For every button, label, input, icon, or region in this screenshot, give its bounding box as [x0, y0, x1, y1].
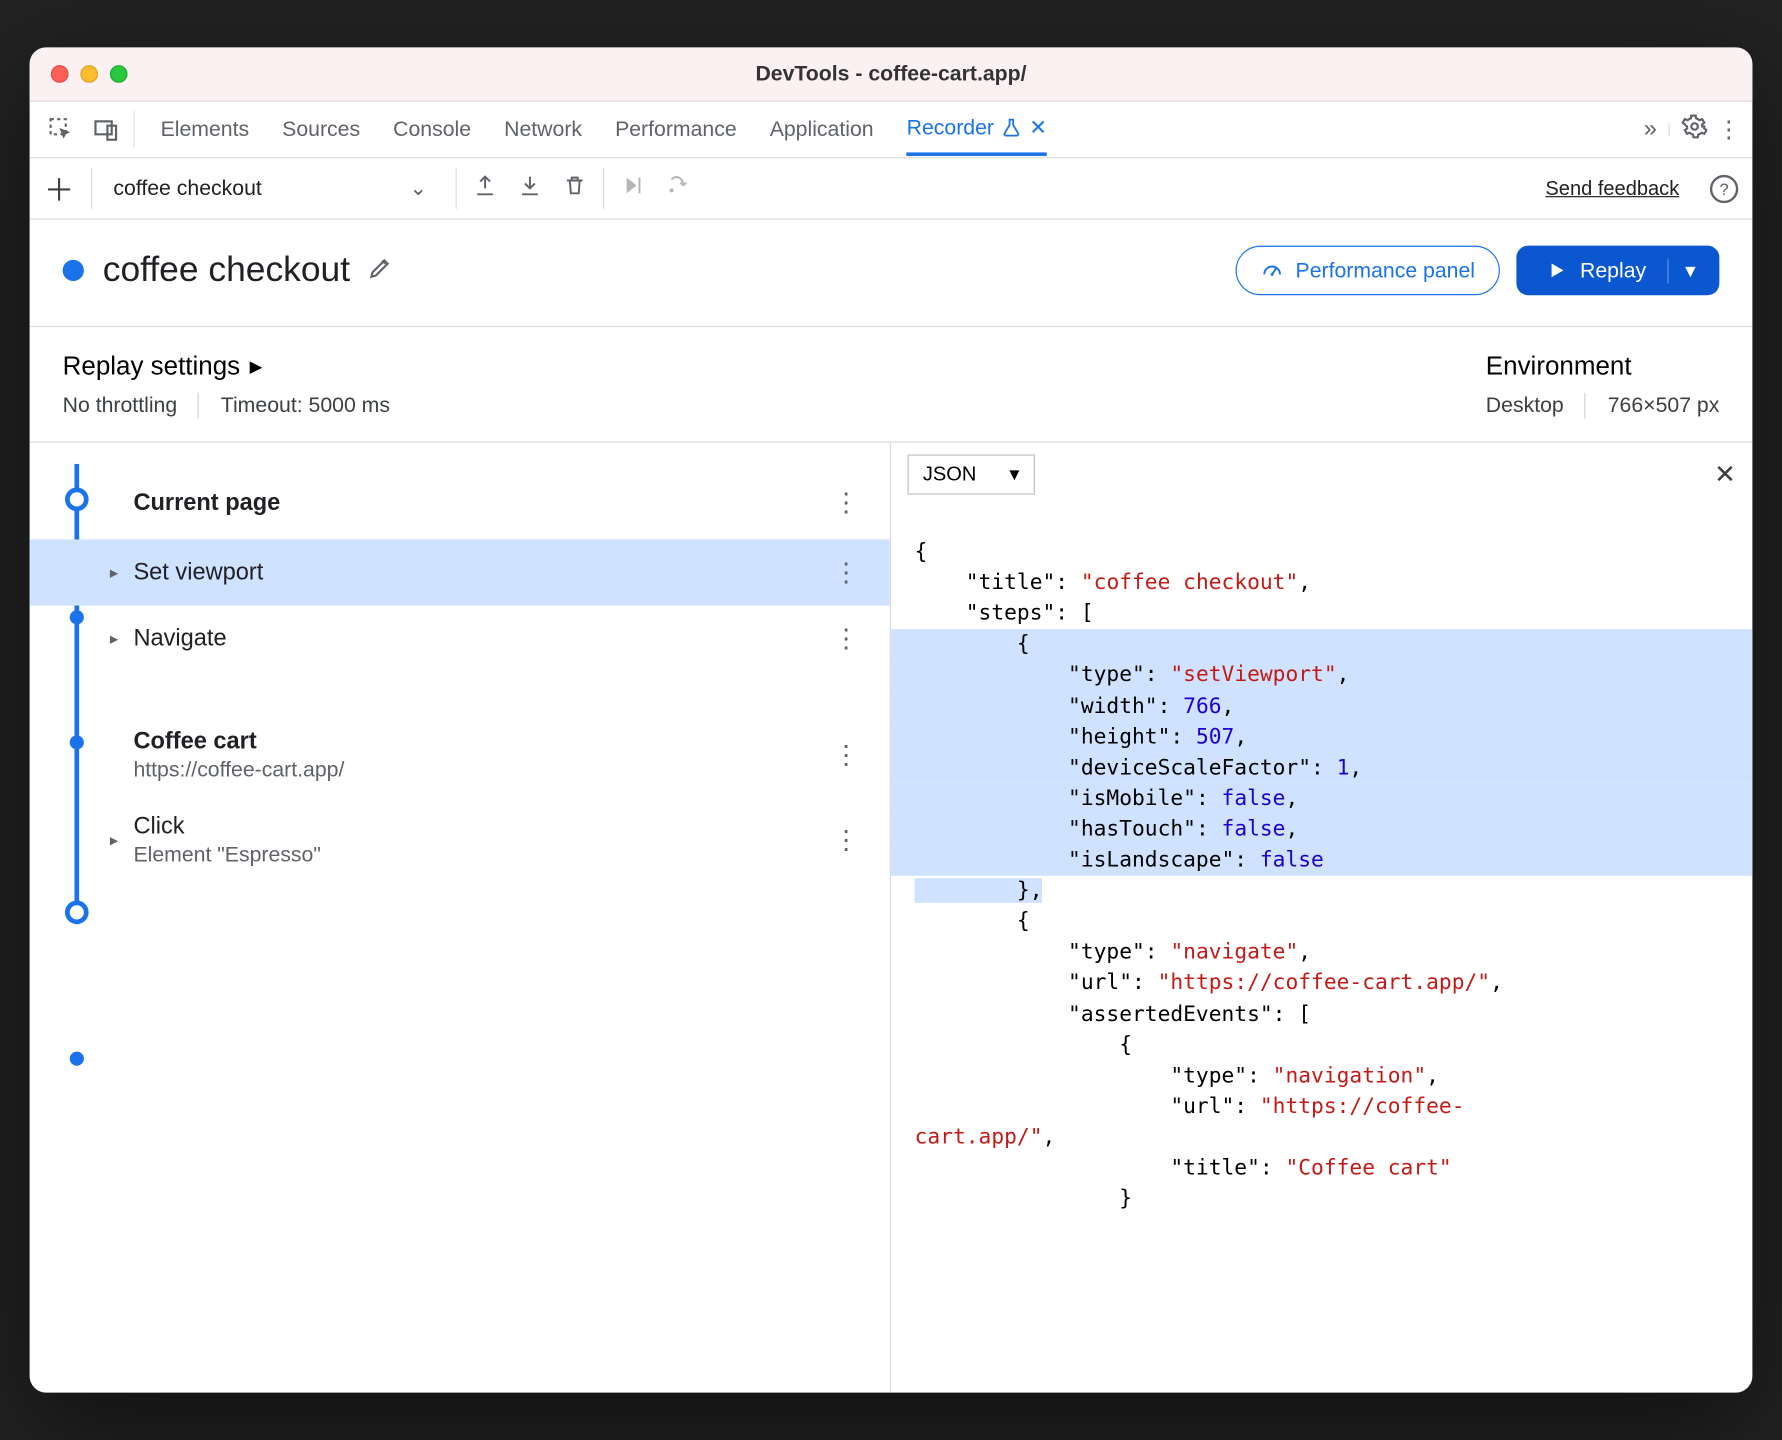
env-device: Desktop — [1486, 393, 1564, 417]
performance-panel-label: Performance panel — [1296, 258, 1475, 283]
settings-row: Replay settings ▶ No throttling │ Timeou… — [30, 327, 1753, 443]
tab-elements[interactable]: Elements — [161, 105, 250, 153]
delete-trash-icon[interactable] — [563, 174, 587, 204]
format-select[interactable]: JSON ▾ — [908, 455, 1035, 495]
export-icon[interactable] — [473, 174, 497, 204]
recording-title-text: coffee checkout — [103, 250, 350, 290]
throttling-value: No throttling — [63, 393, 178, 417]
minimize-window-button[interactable] — [80, 65, 98, 83]
recording-title: coffee checkout — [103, 250, 393, 290]
play-icon — [1545, 259, 1569, 283]
replay-button-label: Replay — [1580, 258, 1646, 283]
experiment-flask-icon — [1001, 117, 1022, 138]
tab-console[interactable]: Console — [393, 105, 471, 153]
edit-title-icon[interactable] — [367, 250, 393, 290]
gauge-icon — [1260, 259, 1284, 283]
window-title-path: coffee-cart.app/ — [868, 62, 1026, 86]
import-icon[interactable] — [518, 174, 542, 204]
replay-settings-heading[interactable]: Replay settings ▶ — [63, 351, 390, 382]
tab-recorder[interactable]: Recorder ✕ — [907, 103, 1048, 155]
timeline-step[interactable]: Navigate ⋮ — [30, 606, 890, 672]
timeline-item-title: Set viewport — [133, 559, 263, 586]
step-menu-icon[interactable]: ⋮ — [833, 488, 868, 519]
code-view[interactable]: { "title": "coffee checkout", "steps": [… — [891, 506, 1752, 1392]
timeline-node — [70, 1052, 84, 1066]
help-icon[interactable]: ? — [1710, 174, 1738, 202]
environment-heading: Environment — [1486, 351, 1720, 382]
close-tab-icon[interactable]: ✕ — [1029, 115, 1047, 140]
window-title-prefix: DevTools - — [755, 62, 868, 86]
step-menu-icon[interactable]: ⋮ — [833, 557, 868, 588]
split-panes: Current page ⋮ Set viewport ⋮ Navigate ⋮ — [30, 443, 1753, 1393]
step-icon[interactable] — [666, 174, 690, 204]
traffic-lights — [51, 65, 128, 83]
replay-button[interactable]: Replay ▾ — [1516, 246, 1719, 296]
step-menu-icon[interactable]: ⋮ — [833, 740, 868, 771]
timeline-item-title: Coffee cart — [133, 728, 344, 755]
device-toolbar-icon[interactable] — [86, 109, 126, 149]
recording-bullet — [63, 260, 84, 281]
expand-settings-icon: ▶ — [250, 356, 263, 376]
close-window-button[interactable] — [51, 65, 69, 83]
chevron-down-icon: ▾ — [1009, 463, 1019, 487]
timeline-item-title: Navigate — [133, 625, 226, 652]
tab-network[interactable]: Network — [504, 105, 582, 153]
tab-strip: Elements Sources Console Network Perform… — [30, 102, 1753, 159]
timeline-item-title: Current page — [133, 489, 280, 516]
timeline-item-sub: https://coffee-cart.app/ — [133, 758, 344, 783]
timeline-step[interactable]: Click Element "Espresso" ⋮ — [30, 804, 890, 877]
settings-gear-icon[interactable] — [1682, 113, 1708, 145]
tab-sources[interactable]: Sources — [282, 105, 360, 153]
flow-select-label: coffee checkout — [113, 176, 261, 201]
more-tabs-icon[interactable]: » — [1644, 116, 1657, 143]
window-title: DevTools - coffee-cart.app/ — [755, 62, 1026, 87]
step-menu-icon[interactable]: ⋮ — [833, 623, 868, 654]
performance-panel-button[interactable]: Performance panel — [1235, 246, 1499, 296]
timeout-value: Timeout: 5000 ms — [221, 393, 390, 417]
flow-select[interactable]: coffee checkout ⌄ — [109, 167, 439, 209]
replay-dropdown-icon[interactable]: ▾ — [1667, 258, 1712, 283]
new-recording-icon[interactable]: ＋ — [44, 167, 75, 211]
zoom-window-button[interactable] — [110, 65, 128, 83]
timeline-group[interactable]: Current page ⋮ — [30, 464, 890, 540]
timeline-step[interactable]: Set viewport ⋮ — [30, 539, 890, 605]
timeline-node — [65, 901, 89, 925]
format-select-label: JSON — [923, 463, 977, 487]
timeline-item-title: Click — [133, 813, 320, 840]
kebab-menu-icon[interactable]: ⋮ — [1717, 115, 1741, 145]
close-code-pane-icon[interactable]: ✕ — [1714, 459, 1736, 490]
send-feedback-link[interactable]: Send feedback — [1545, 177, 1679, 201]
chevron-down-icon: ⌄ — [409, 176, 427, 201]
recording-header: coffee checkout Performance panel Replay… — [30, 220, 1753, 327]
devtools-window: DevTools - coffee-cart.app/ Elements Sou… — [30, 47, 1753, 1392]
timeline-group[interactable]: Coffee cart https://coffee-cart.app/ ⋮ — [30, 705, 890, 804]
env-viewport: 766×507 px — [1608, 393, 1720, 417]
tab-application[interactable]: Application — [770, 105, 874, 153]
continue-icon[interactable] — [621, 174, 645, 204]
tab-performance[interactable]: Performance — [615, 105, 737, 153]
code-pane: JSON ▾ ✕ { "title": "coffee checkout", "… — [891, 443, 1752, 1393]
timeline-pane[interactable]: Current page ⋮ Set viewport ⋮ Navigate ⋮ — [30, 443, 891, 1393]
inspect-element-icon[interactable] — [41, 109, 81, 149]
window-titlebar: DevTools - coffee-cart.app/ — [30, 47, 1753, 101]
step-menu-icon[interactable]: ⋮ — [833, 825, 868, 856]
recorder-toolbar: ＋ coffee checkout ⌄ Send — [30, 158, 1753, 219]
timeline-item-sub: Element "Espresso" — [133, 843, 320, 868]
